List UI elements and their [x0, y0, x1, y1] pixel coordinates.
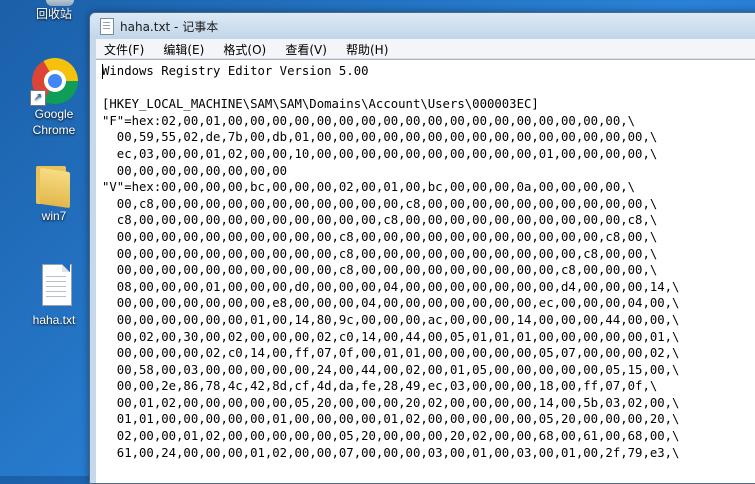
- notepad-window: haha.txt - 记事本 文件(F) 编辑(E) 格式(O) 查看(V) 帮…: [89, 12, 755, 484]
- text-line: 02,00,00,01,02,00,00,00,00,00,05,20,00,0…: [102, 429, 680, 444]
- desktop-icon-label: Google Chrome: [32, 107, 76, 137]
- desktop-icon-win7-folder[interactable]: win7: [18, 158, 90, 224]
- menu-file[interactable]: 文件(F): [96, 41, 150, 58]
- folder-icon: [30, 158, 78, 209]
- desktop-icon-label: haha.txt: [32, 313, 76, 327]
- text-line: 00,00,00,00,00,00,00,00,00,00,c8,00,00,0…: [102, 246, 658, 261]
- menu-edit[interactable]: 编辑(E): [155, 41, 210, 58]
- text-line: 00,00,00,00,00,00,00,00,00,00,c8,00,00,0…: [102, 229, 658, 244]
- text-line: 00,00,00,00,00,00,00,00,00,00,c8,00,00,0…: [102, 263, 658, 278]
- text-file-icon: [30, 262, 78, 310]
- menu-help[interactable]: 帮助(H): [338, 41, 394, 58]
- window-title: haha.txt - 记事本: [120, 20, 219, 34]
- text-line: 00,00,00,00,02,c0,14,00,ff,07,0f,00,01,0…: [102, 346, 680, 361]
- text-line: 00,00,2e,86,78,4c,42,8d,cf,4d,da,fe,28,4…: [102, 379, 658, 394]
- desktop-icon-haha-txt[interactable]: haha.txt: [18, 262, 90, 328]
- text-line: 00,02,00,30,00,02,00,00,00,02,c0,14,00,4…: [102, 329, 680, 344]
- menu-view[interactable]: 查看(V): [277, 41, 333, 58]
- desktop-icon-label: win7: [41, 209, 67, 223]
- text-line: 01,01,00,00,00,00,00,01,00,00,00,00,01,0…: [102, 412, 680, 427]
- title-bar[interactable]: haha.txt - 记事本: [90, 13, 755, 39]
- chrome-icon: ↗: [30, 56, 78, 106]
- text-line: ec,03,00,00,01,02,00,00,10,00,00,00,00,0…: [102, 146, 658, 161]
- text-line: 00,c8,00,00,00,00,00,00,00,00,00,00,00,c…: [102, 196, 658, 211]
- text-line: [HKEY_LOCAL_MACHINE\SAM\SAM\Domains\Acco…: [102, 97, 539, 112]
- text-content: Windows Registry Editor Version 5.00 [HKE…: [102, 63, 679, 461]
- text-line: 61,00,24,00,00,00,01,02,00,00,07,00,00,0…: [102, 445, 680, 460]
- recycle-bin-icon: [18, 0, 90, 6]
- text-line: 00,00,00,00,00,00,01,00,14,80,9c,00,00,0…: [102, 312, 680, 327]
- desktop-icon-recycle-bin[interactable]: 回收站: [18, 0, 90, 22]
- menu-format[interactable]: 格式(O): [215, 41, 272, 58]
- notepad-icon: [100, 18, 114, 35]
- text-line: 00,59,55,02,de,7b,00,db,01,00,00,00,00,0…: [102, 130, 658, 145]
- text-line: "V"=hex:00,00,00,00,bc,00,00,00,02,00,01…: [102, 180, 636, 195]
- text-line: 00,00,00,00,00,00,00,e8,00,00,00,04,00,0…: [102, 296, 680, 311]
- text-line: 00,01,02,00,00,00,00,00,05,20,00,00,00,2…: [102, 395, 680, 410]
- text-line: 00,00,00,00,00,00,00,00: [102, 163, 288, 178]
- text-line: 08,00,00,00,01,00,00,00,d0,00,00,00,04,0…: [102, 279, 680, 294]
- desktop-icon-label: 回收站: [35, 7, 72, 21]
- text-line: Windows Registry Editor Version 5.00: [102, 64, 369, 78]
- text-line: c8,00,00,00,00,00,00,00,00,00,00,00,c8,0…: [102, 213, 658, 228]
- text-line: 00,58,00,03,00,00,00,00,00,24,00,44,00,0…: [102, 362, 680, 377]
- shortcut-arrow-icon: ↗: [30, 90, 46, 106]
- text-editor-area[interactable]: Windows Registry Editor Version 5.00 [HKE…: [96, 59, 755, 483]
- desktop-icon-chrome[interactable]: ↗ Google Chrome: [18, 56, 90, 138]
- menu-bar: 文件(F) 编辑(E) 格式(O) 查看(V) 帮助(H): [96, 39, 755, 59]
- text-line: "F"=hex:02,00,01,00,00,00,00,00,00,00,00…: [102, 113, 636, 128]
- text-line: [102, 80, 679, 97]
